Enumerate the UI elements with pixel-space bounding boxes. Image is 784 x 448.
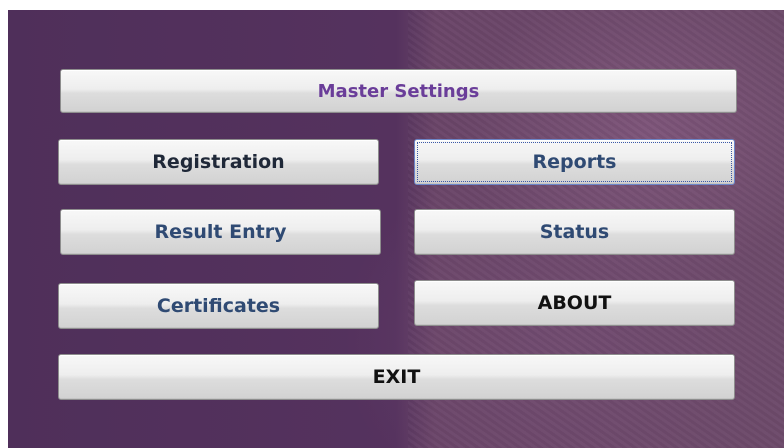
status-button[interactable]: Status bbox=[414, 209, 735, 255]
result-entry-button[interactable]: Result Entry bbox=[60, 209, 381, 255]
main-menu-window: Master Settings Registration Reports Res… bbox=[8, 10, 784, 448]
certificates-button[interactable]: Certificates bbox=[58, 283, 379, 329]
about-button[interactable]: ABOUT bbox=[414, 280, 735, 326]
exit-button[interactable]: EXIT bbox=[58, 354, 735, 400]
master-settings-button[interactable]: Master Settings bbox=[60, 69, 737, 113]
reports-button[interactable]: Reports bbox=[414, 139, 735, 185]
registration-button[interactable]: Registration bbox=[58, 139, 379, 185]
